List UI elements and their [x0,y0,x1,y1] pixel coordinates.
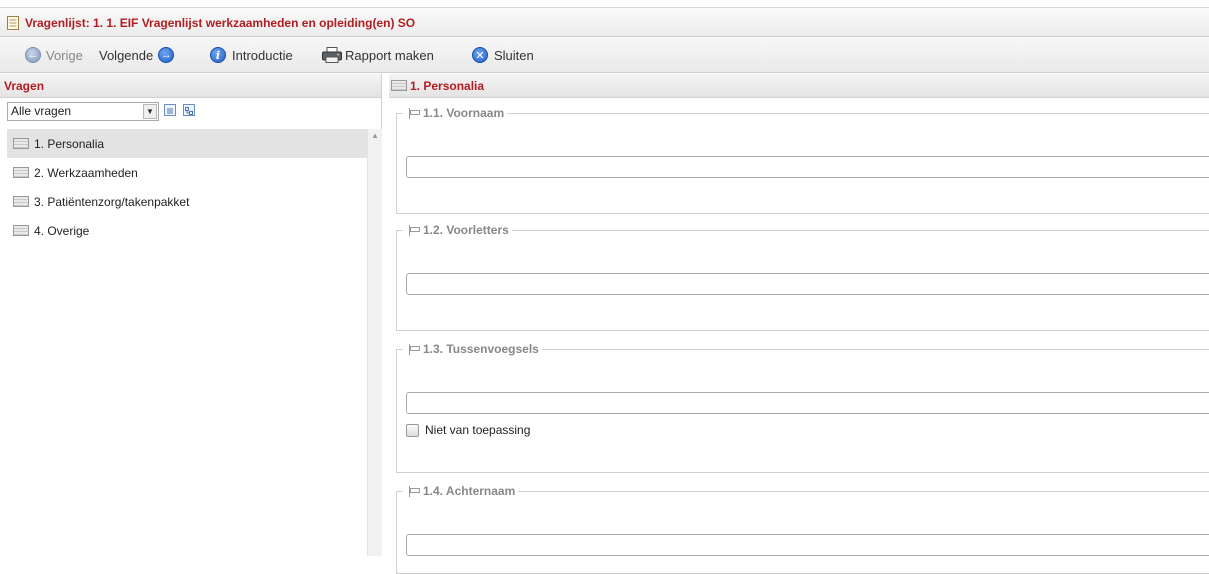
question-filter-value: Alle vragen [11,104,72,118]
close-icon: ✕ [472,47,488,63]
arrow-right-icon: → [158,47,175,63]
toolbar: ← Vorige Volgende → i Introductie Rappor… [0,37,1209,73]
question-list-item[interactable]: 3. Patiëntenzorg/takenpakket [7,187,367,216]
question-filter-select[interactable]: Alle vragen ▼ [7,102,159,121]
checkbox-icon[interactable] [406,423,419,437]
question-list-item[interactable]: 2. Werkzaamheden [7,158,367,187]
flag-icon [406,224,420,236]
question-list: 1. Personalia 2. Werkzaamheden 3. Patiën… [7,129,367,245]
question-legend-text: 1.4. Achternaam [423,484,516,498]
voorletters-input[interactable] [406,273,1209,295]
close-button[interactable]: ✕ Sluiten [472,37,534,73]
section-icon [13,225,29,236]
next-label: Volgende [99,47,154,63]
not-applicable-label: Niet van toepassing [425,423,531,437]
question-list-item-label: 4. Overige [34,223,90,238]
document-icon [7,16,19,30]
question-list-item-label: 1. Personalia [34,136,105,151]
question-list-item-label: 3. Patiëntenzorg/takenpakket [34,194,190,209]
question-voornaam: 1.1. Voornaam [396,106,1209,214]
section-header: 1. Personalia [389,74,1209,98]
questions-panel: Vragen Alle vragen ▼ 1. Personalia 2. We… [0,74,382,556]
question-achternaam: 1.4. Achternaam [396,484,1209,574]
section-icon [13,196,29,207]
question-legend: 1.3. Tussenvoegsels [403,342,542,356]
question-list-item[interactable]: 1. Personalia [7,129,367,158]
filter-row: Alle vragen ▼ [0,102,382,122]
question-content-panel: 1. Personalia 1.1. Voornaam 1.2. Voorlet… [389,74,1209,574]
flag-icon [406,485,420,497]
collapse-list-icon[interactable] [164,104,176,116]
flag-icon [406,343,420,355]
chevron-down-icon: ▼ [143,104,157,119]
question-list-item[interactable]: 4. Overige [7,216,367,245]
question-voorletters: 1.2. Voorletters [396,223,1209,331]
section-icon [13,167,29,178]
question-list-item-label: 2. Werkzaamheden [34,165,138,180]
next-button[interactable]: Volgende → [99,37,175,73]
question-legend: 1.2. Voorletters [403,223,512,237]
close-label: Sluiten [494,47,534,63]
window-title: Vragenlijst: 1. 1. EIF Vragenlijst werkz… [25,16,416,30]
question-legend-text: 1.3. Tussenvoegsels [423,342,539,356]
flag-icon [406,107,420,119]
section-icon [13,138,29,149]
info-icon: i [210,47,226,63]
previous-button[interactable]: ← Vorige [25,37,83,73]
report-label: Rapport maken [345,47,434,63]
section-title: 1. Personalia [410,78,485,93]
question-legend-text: 1.1. Voornaam [423,106,505,120]
intro-label: Introductie [232,47,293,63]
scroll-up-icon[interactable]: ▲ [368,131,382,140]
question-legend: 1.4. Achternaam [403,484,518,498]
section-icon [391,80,407,91]
report-button[interactable]: Rapport maken [322,37,434,73]
window-titlebar: Vragenlijst: 1. 1. EIF Vragenlijst werkz… [0,7,1209,37]
question-legend: 1.1. Voornaam [403,106,507,120]
voornaam-input[interactable] [406,156,1209,178]
list-scrollbar[interactable]: ▲ [367,129,382,556]
intro-button[interactable]: i Introductie [210,37,293,73]
question-legend-text: 1.2. Voorletters [423,223,509,237]
expand-tree-icon[interactable] [183,104,195,116]
questions-header: Vragen [0,74,381,98]
question-tussenvoegsels: 1.3. Tussenvoegsels Niet van toepassing [396,342,1209,473]
tussenvoegsels-input[interactable] [406,392,1209,414]
previous-label: Vorige [46,47,83,63]
printer-icon [322,47,342,63]
not-applicable-checkbox[interactable]: Niet van toepassing [406,423,530,437]
achternaam-input[interactable] [406,534,1209,556]
arrow-left-icon: ← [25,47,41,63]
